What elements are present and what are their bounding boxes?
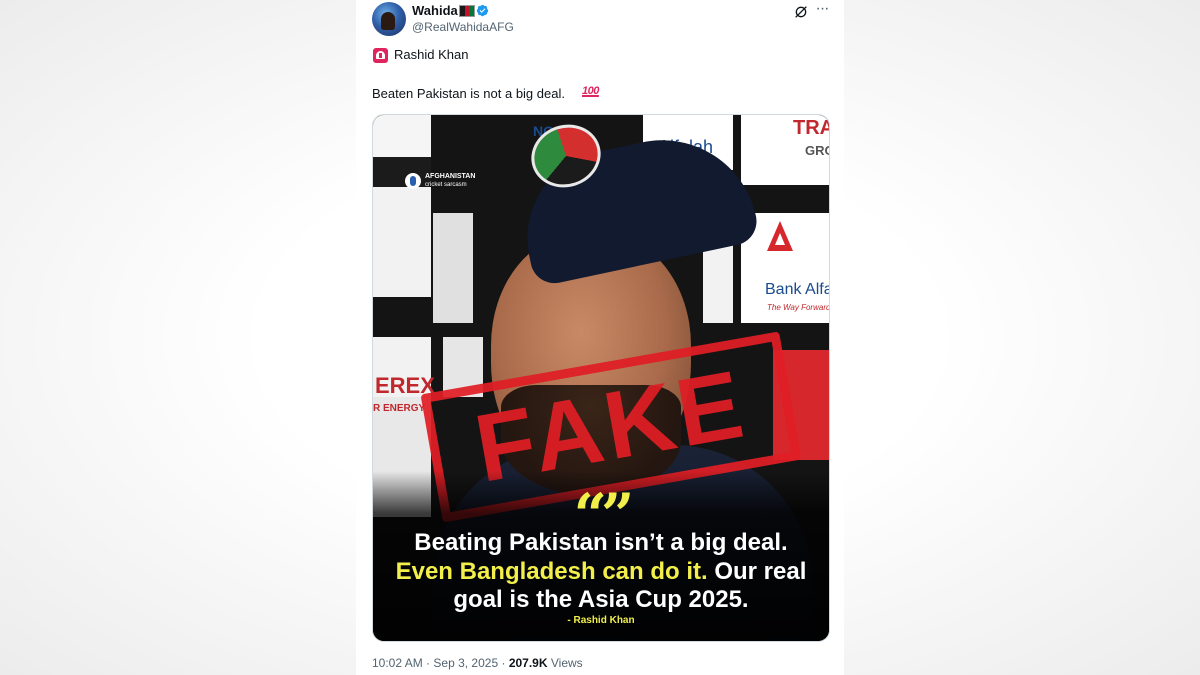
meta-separator: · (426, 656, 431, 670)
afghanistan-flag-icon (459, 5, 475, 17)
tweet-time[interactable]: 10:02 AM (372, 656, 423, 670)
sponsor-text: TRA (793, 117, 830, 139)
tweet-text-line-2: Beaten Pakistan is not a big deal. (372, 86, 565, 101)
sponsor-board (373, 187, 431, 297)
tweet-text-line-1: Rashid Khan (394, 47, 469, 62)
views-count[interactable]: 207.9K (509, 656, 548, 670)
quote-attribution: - Rashid Khan (567, 615, 635, 626)
avatar[interactable] (372, 2, 406, 36)
quote-line-1: Beating Pakistan isn’t a big deal. (414, 529, 788, 556)
grok-icon[interactable] (793, 4, 809, 20)
sponsor-text: Bank Alfalah (765, 281, 829, 298)
tweet-card[interactable]: Wahida @RealWahidaAFG ··· Rashid Khan Be… (356, 0, 844, 675)
siren-emoji-icon (373, 48, 388, 63)
more-options-icon[interactable]: ··· (814, 1, 830, 18)
hundred-points-emoji-icon: 100 (582, 85, 599, 97)
sponsor-board (373, 157, 431, 187)
sponsor-text: R ENERGY (373, 403, 426, 414)
quote-line-3: goal is the Asia Cup 2025. (453, 586, 749, 613)
sponsor-text: The Way Forward (767, 303, 830, 312)
channel-logo-icon (405, 173, 421, 189)
meta-separator: · (501, 656, 506, 670)
quote-line-2-rest: Our real (707, 558, 807, 585)
views-label: Views (550, 656, 583, 670)
author-handle[interactable]: @RealWahidaAFG (412, 20, 514, 34)
display-name[interactable]: Wahida (412, 3, 458, 18)
tweet-metadata: 10:02 AM · Sep 3, 2025 · 207.9K Views (372, 656, 583, 670)
watermark-title: AFGHANISTAN (425, 173, 476, 180)
tweet-media-image[interactable]: EREX R ENERGY Alfalah TRA GRO NO Bank Al… (372, 114, 830, 642)
sponsor-text: GRO (805, 143, 829, 158)
watermark-subtitle: cricket sarcasm (425, 182, 467, 188)
bank-alfalah-logo-icon (767, 221, 793, 251)
verified-badge-icon (476, 4, 489, 17)
sponsor-board (433, 213, 473, 323)
sponsor-board (373, 115, 431, 157)
quote-highlight: Even Bangladesh can do it. (395, 558, 708, 585)
quote-line-2: Even Bangladesh can do it. Our real (373, 558, 829, 586)
tweet-date[interactable]: Sep 3, 2025 (433, 656, 498, 670)
